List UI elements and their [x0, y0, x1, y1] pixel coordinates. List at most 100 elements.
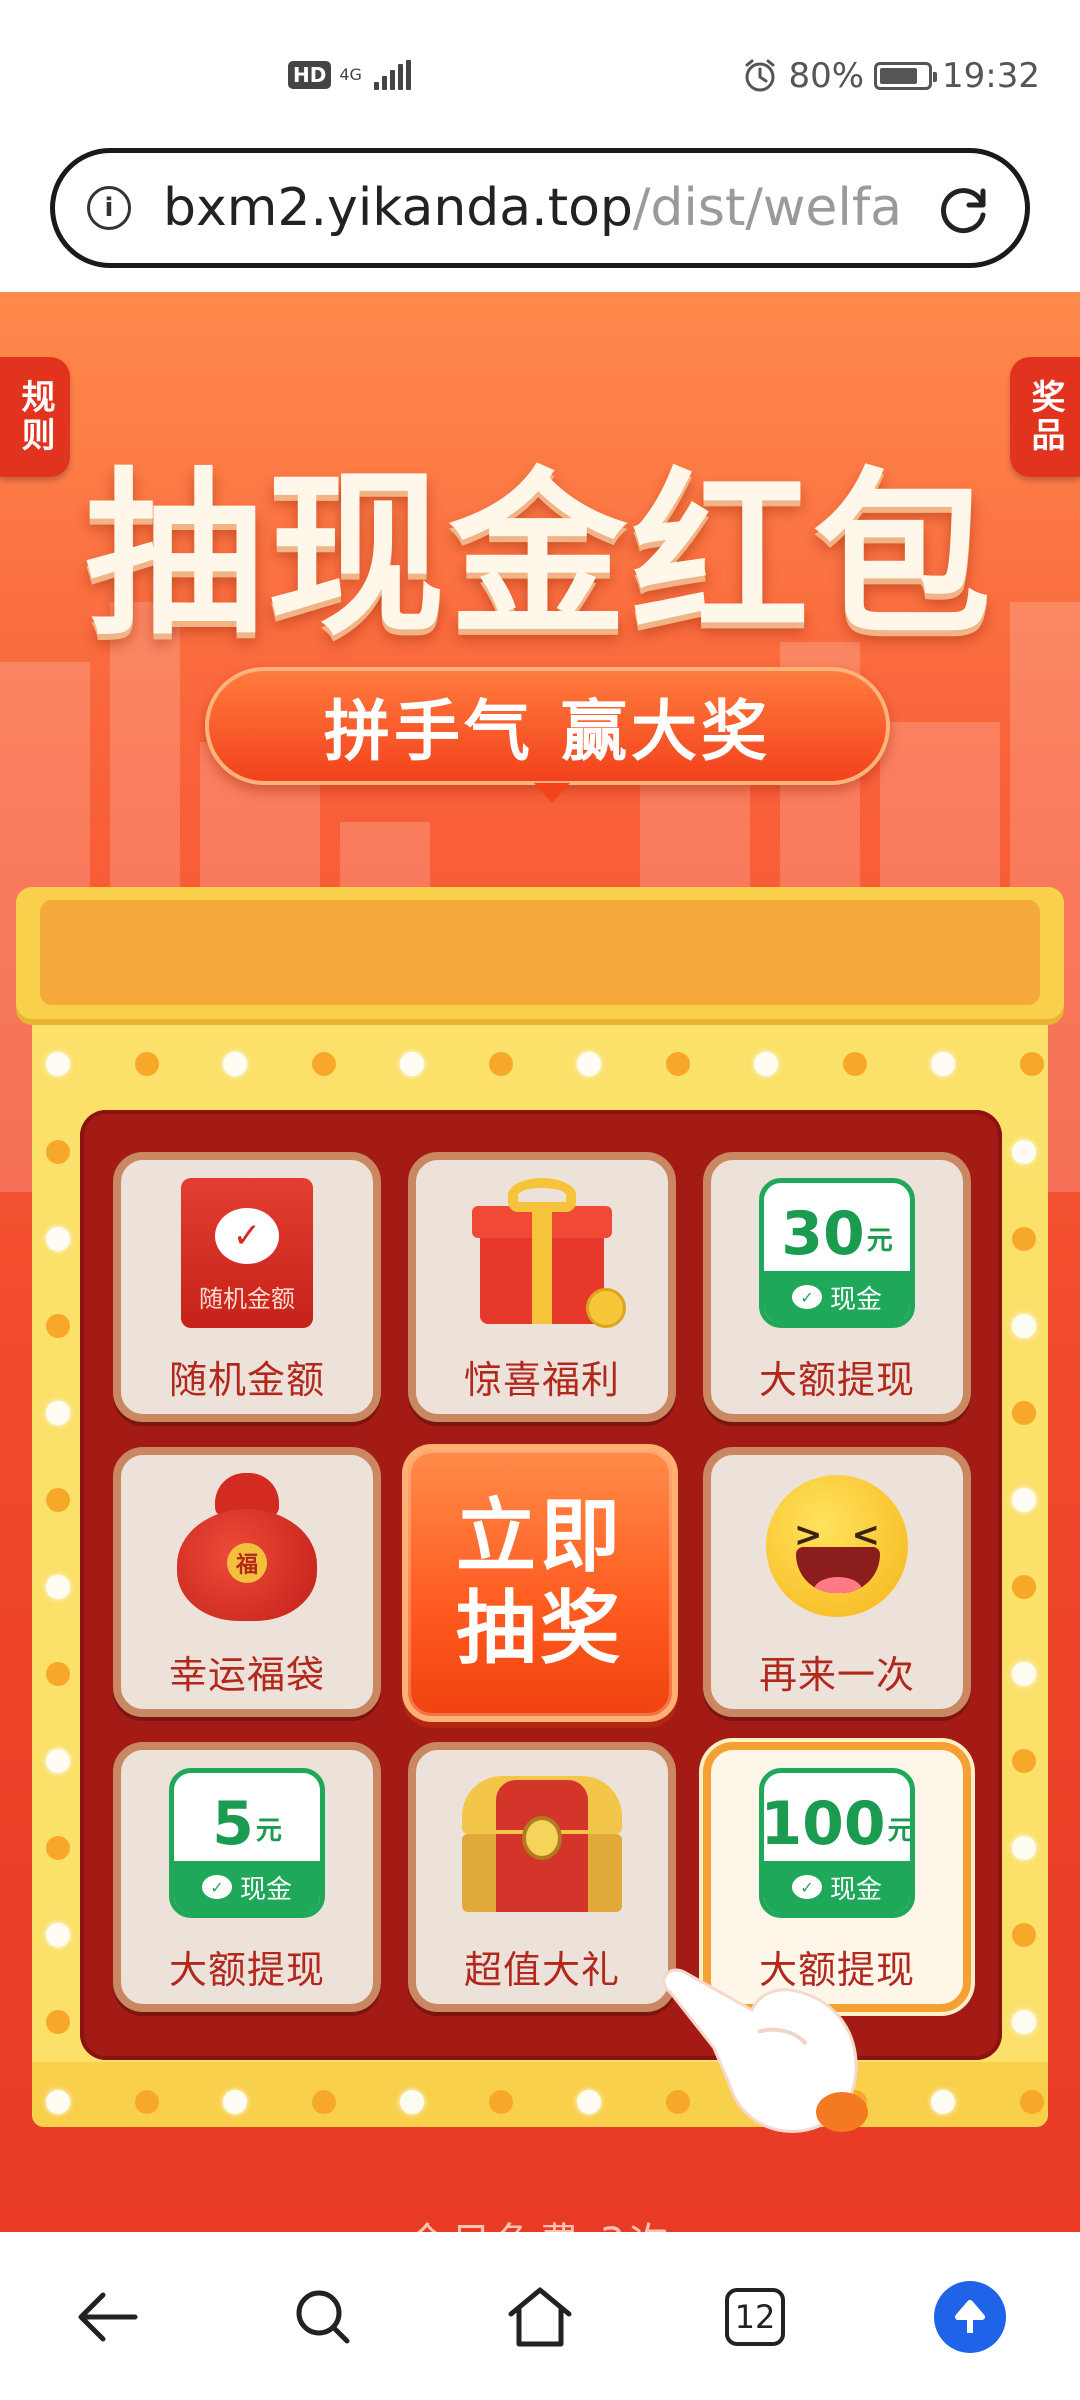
marquee-light	[1012, 1488, 1036, 1512]
prize-cell-cash-5: 5元 ✓ 现金 大额提现	[113, 1742, 381, 2012]
cash-amount: 5	[212, 1789, 254, 1859]
cash-unit: 元	[887, 1816, 914, 1846]
prize-cell-cash-30: 30 元 ✓ 现金 大额提现	[703, 1152, 971, 1422]
marquee-light	[1012, 1401, 1036, 1425]
prize-label: 大额提现	[168, 1948, 325, 1992]
prize-label: 超值大礼	[463, 1948, 620, 1992]
marquee-light	[46, 1052, 70, 1076]
address-bar[interactable]: i bxm2.yikanda.top/dist/welfare	[50, 148, 1030, 268]
upload-arrow-icon	[934, 2281, 1006, 2353]
browser-bottom-nav: 12	[0, 2232, 1080, 2400]
free-count-text: 今日免费 3次	[0, 2210, 1080, 2232]
marquee-light	[931, 2090, 955, 2114]
prize-label: 大额提现	[758, 1358, 915, 1402]
marquee-light	[577, 1052, 601, 1076]
laughing-emoji-icon: > <	[766, 1475, 908, 1617]
marquee-light	[1019, 1052, 1044, 1076]
cash-label: 现金	[829, 1284, 882, 1315]
marquee-light	[46, 2090, 70, 2114]
marquee-light	[931, 1052, 955, 1076]
wechat-pay-icon: ✓	[791, 1875, 822, 1899]
marquee-light	[1012, 1140, 1036, 1164]
marquee-light	[1019, 2090, 1044, 2114]
reload-icon[interactable]	[937, 183, 991, 237]
wechat-pay-icon: ✓	[201, 1875, 232, 1899]
prize-cell-lucky-bag: 福 幸运福袋	[113, 1447, 381, 1717]
marquee-light	[1012, 1575, 1036, 1599]
url-text[interactable]: bxm2.yikanda.top/dist/welfare	[163, 178, 903, 238]
signal-icon	[373, 60, 411, 90]
prize-cell-try-again: > < 再来一次	[703, 1447, 971, 1717]
cash-amount: 100	[760, 1789, 886, 1859]
marquee-light	[577, 2090, 601, 2114]
marquee-light	[46, 1227, 70, 1251]
draw-now-line2: 抽奖	[456, 1582, 624, 1675]
battery-percent: 80%	[788, 56, 865, 96]
prize-label: 幸运福袋	[168, 1653, 325, 1697]
page-title: 抽现金红包	[85, 452, 995, 659]
prize-label: 随机金额	[168, 1358, 325, 1402]
marquee-light	[46, 1401, 70, 1425]
cash-card-icon: 5元 ✓ 现金	[169, 1768, 325, 1918]
clock: 19:32	[942, 56, 1040, 96]
back-arrow-icon	[78, 2292, 138, 2342]
cash-label: 现金	[829, 1874, 882, 1905]
marquee-light	[1012, 2010, 1036, 2034]
red-envelope-text: 随机金额	[199, 1285, 295, 1313]
search-button[interactable]	[278, 2272, 368, 2362]
hd-badge: HD	[288, 61, 332, 89]
marquee-light	[311, 1052, 336, 1076]
lucky-bag-icon: 福	[177, 1473, 317, 1623]
marquee-light	[223, 2090, 247, 2114]
back-button[interactable]	[62, 2272, 152, 2362]
tab-count: 12	[725, 2288, 785, 2346]
cash-card-icon: 30 元 ✓ 现金	[759, 1178, 915, 1328]
tabs-button[interactable]: 12	[710, 2272, 800, 2362]
lottery-page: 规则 奖品 抽现金红包 拼手气 赢大奖 ✓ 随机金额 随机金额 惊喜福利 30 元…	[0, 292, 1080, 2232]
marquee-light	[46, 1488, 70, 1512]
marquee-light	[1012, 1662, 1036, 1686]
prize-label: 惊喜福利	[463, 1358, 620, 1402]
marquee-light	[46, 1314, 70, 1338]
marquee-light	[400, 2090, 424, 2114]
treasure-chest-icon	[462, 1776, 622, 1912]
prize-cell-surprise-welfare: 惊喜福利	[408, 1152, 676, 1422]
url-path: /dist/welfare	[632, 178, 903, 238]
marquee-light	[842, 1052, 867, 1076]
home-icon	[508, 2287, 572, 2347]
alarm-icon	[745, 59, 775, 92]
marquee-light	[134, 1052, 159, 1076]
marquee-light	[223, 1052, 247, 1076]
marquee-light	[665, 1052, 690, 1076]
network-type: 4G	[339, 65, 362, 84]
cash-label: 现金	[239, 1874, 292, 1905]
upload-button[interactable]	[925, 2272, 1015, 2362]
status-right: 80% 19:32	[742, 56, 1040, 96]
draw-now-button[interactable]: 立即 抽奖	[402, 1444, 678, 1722]
lucky-bag-text: 福	[227, 1543, 267, 1583]
cash-unit: 元	[866, 1226, 893, 1256]
home-button[interactable]	[495, 2272, 585, 2362]
wechat-pay-icon: ✓	[791, 1285, 822, 1309]
site-info-icon[interactable]: i	[87, 186, 131, 230]
prize-cell-great-gift: 超值大礼	[408, 1742, 676, 2012]
marquee-light	[488, 2090, 513, 2114]
marquee-light	[754, 1052, 778, 1076]
marquee-light	[311, 2090, 336, 2114]
cash-amount: 30	[781, 1199, 865, 1269]
marquee-light	[46, 1575, 70, 1599]
marquee-light	[46, 1140, 70, 1164]
frame-lid-slot	[40, 900, 1040, 1005]
cash-unit: 元	[255, 1816, 282, 1846]
marquee-light	[46, 1836, 70, 1860]
marquee-light	[46, 2010, 70, 2034]
network-indicators: HD 4G	[288, 60, 411, 90]
red-envelope-icon: ✓ 随机金额	[181, 1178, 313, 1328]
prize-cell-random-amount: ✓ 随机金额 随机金额	[113, 1152, 381, 1422]
frame-bottom	[32, 2062, 1048, 2127]
marquee-light	[46, 1662, 70, 1686]
url-host: bxm2.yikanda.top	[163, 178, 633, 238]
marquee-light	[46, 1749, 70, 1773]
marquee-light	[1012, 1749, 1036, 1773]
marquee-light	[1012, 1314, 1036, 1338]
